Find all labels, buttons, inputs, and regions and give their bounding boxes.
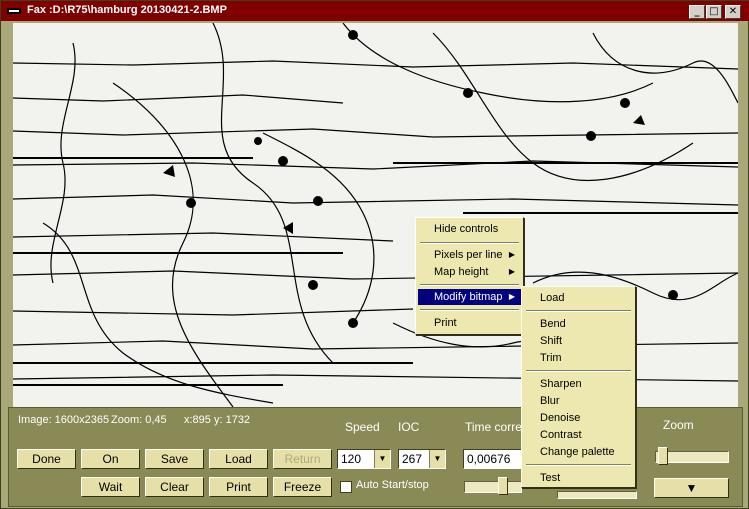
minimize-button[interactable]: _ — [689, 5, 705, 19]
time-correction-label: Time correc — [465, 420, 528, 434]
speed-label: Speed — [345, 420, 380, 434]
auto-start-checkbox[interactable] — [340, 481, 352, 493]
context-menu: Hide controls Pixels per line ▶ Map heig… — [415, 217, 524, 335]
ioc-label: IOC — [398, 420, 420, 434]
time-correction-value: 0,00676 Ne — [467, 452, 511, 466]
close-button[interactable]: ✕ — [725, 5, 741, 19]
image-size-readout: Image: 1600x2365 — [18, 414, 110, 426]
submenu-item-change-palette[interactable]: Change palette — [524, 444, 633, 460]
speed-select[interactable]: 120 ▼ — [337, 449, 391, 469]
menu-item-pixels-per-line[interactable]: Pixels per line ▶ — [418, 247, 521, 263]
menu-item-modify-bitmap[interactable]: Modify bitmap ▶ — [418, 289, 521, 305]
print-button[interactable]: Print — [209, 477, 268, 497]
wait-button[interactable]: Wait — [81, 477, 140, 497]
submenu-arrow-icon: ▶ — [508, 250, 515, 259]
done-button[interactable]: Done — [17, 449, 76, 469]
zoom-down-icon: ▼ — [685, 481, 698, 495]
time-correction-slider[interactable] — [464, 481, 522, 493]
load-button[interactable]: Load — [209, 449, 268, 469]
freeze-button[interactable]: Freeze — [273, 477, 332, 497]
window-title: Fax :D:\R75\hamburg 20130421-2.BMP — [27, 4, 227, 16]
menu-item-print[interactable]: Print — [418, 315, 521, 331]
submenu-item-load[interactable]: Load — [524, 290, 633, 306]
submenu-item-trim[interactable]: Trim — [524, 350, 633, 366]
fax-window: Fax :D:\R75\hamburg 20130421-2.BMP _ □ ✕ — [0, 0, 749, 509]
on-button[interactable]: On — [81, 449, 140, 469]
menu-separator — [420, 284, 519, 286]
submenu-item-shift[interactable]: Shift — [524, 333, 633, 349]
ioc-select[interactable]: 267 ▼ — [398, 449, 446, 469]
submenu-arrow-icon: ▶ — [508, 267, 515, 276]
menu-separator — [526, 310, 631, 312]
submenu-item-bend[interactable]: Bend — [524, 316, 633, 332]
menu-separator — [420, 309, 519, 311]
menu-item-hide-controls[interactable]: Hide controls — [418, 221, 521, 237]
time-correction-slider-thumb[interactable] — [498, 477, 508, 495]
submenu-item-sharpen[interactable]: Sharpen — [524, 376, 633, 392]
ioc-select-value: 267 — [402, 452, 423, 466]
time-correction-input[interactable]: 0,00676 Ne — [463, 449, 523, 469]
submenu-item-test[interactable]: Test — [524, 470, 633, 486]
zoom-readout: Zoom: 0,45 — [111, 414, 167, 426]
submenu-arrow-icon: ▶ — [508, 292, 515, 301]
cursor-coords-readout: x:895 y: 1732 — [184, 414, 251, 426]
submenu-item-denoise[interactable]: Denoise — [524, 410, 633, 426]
menu-separator — [526, 370, 631, 372]
fax-app-icon[interactable] — [7, 8, 21, 14]
zoom-slider-thumb[interactable] — [658, 447, 668, 465]
modify-bitmap-submenu: Load Bend Shift Trim Sharpen Blur Denois… — [521, 286, 636, 488]
secondary-slider[interactable] — [557, 491, 637, 499]
clear-button[interactable]: Clear — [145, 477, 204, 497]
zoom-label: Zoom — [663, 418, 694, 432]
return-button[interactable]: Return — [273, 449, 332, 469]
maximize-button[interactable]: □ — [706, 5, 722, 19]
speed-select-value: 120 — [341, 452, 362, 466]
ioc-dropdown-icon[interactable]: ▼ — [429, 450, 445, 468]
menu-item-map-height[interactable]: Map height ▶ — [418, 264, 521, 280]
save-button[interactable]: Save — [145, 449, 204, 469]
menu-separator — [526, 464, 631, 466]
submenu-item-blur[interactable]: Blur — [524, 393, 633, 409]
submenu-item-contrast[interactable]: Contrast — [524, 427, 633, 443]
zoom-down-button[interactable]: ▼ — [654, 478, 729, 498]
auto-start-label: Auto Start/stop — [356, 479, 429, 491]
title-bar[interactable]: Fax :D:\R75\hamburg 20130421-2.BMP _ □ ✕ — [1, 1, 749, 21]
menu-separator — [420, 242, 519, 244]
speed-dropdown-icon[interactable]: ▼ — [374, 450, 390, 468]
